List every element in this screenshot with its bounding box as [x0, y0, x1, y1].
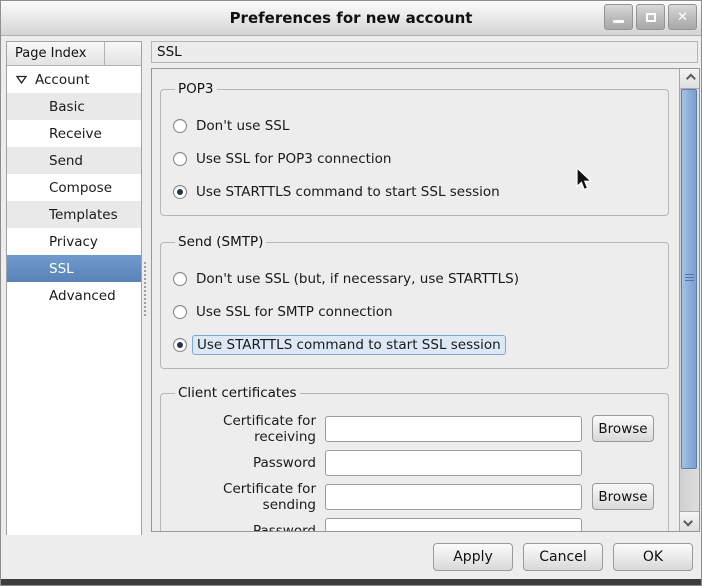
- sidebar-item-label[interactable]: Templates: [7, 207, 118, 223]
- close-icon: ✕: [677, 11, 688, 24]
- apply-button[interactable]: Apply: [433, 543, 513, 571]
- radio-label[interactable]: Use STARTTLS command to start SSL sessio…: [196, 184, 500, 200]
- page-title: SSL: [151, 41, 698, 63]
- scrollbar-thumb[interactable]: [681, 89, 697, 469]
- titlebar: Preferences for new account ✕: [1, 1, 701, 36]
- sidebar-item-compose[interactable]: Compose: [7, 174, 141, 201]
- certificate-sending-input[interactable]: [325, 484, 582, 510]
- sidebar-item-templates[interactable]: Templates: [7, 201, 141, 228]
- browse-sending-button[interactable]: Browse: [592, 483, 654, 510]
- sidebar-item-label[interactable]: Advanced: [7, 288, 116, 304]
- tree-header-row: Page Index: [7, 42, 141, 66]
- vertical-scrollbar[interactable]: [679, 69, 699, 531]
- radio-label-focused[interactable]: Use STARTTLS command to start SSL sessio…: [192, 335, 506, 355]
- radio-icon[interactable]: [173, 152, 187, 166]
- radio-icon[interactable]: [173, 305, 187, 319]
- smtp-starttls-option[interactable]: Use STARTTLS command to start SSL sessio…: [173, 335, 656, 355]
- password-receiving-input[interactable]: [325, 450, 582, 476]
- chevron-up-icon: [686, 74, 696, 84]
- maximize-button[interactable]: [636, 4, 665, 30]
- pop3-starttls-option[interactable]: Use STARTTLS command to start SSL sessio…: [173, 182, 656, 202]
- smtp-no-ssl-option[interactable]: Don't use SSL (but, if necessary, use ST…: [173, 269, 656, 289]
- password-receiving-label: Password: [173, 455, 325, 471]
- chevron-down-icon: [683, 517, 693, 527]
- certificate-sending-label: Certificate for sending: [173, 481, 325, 513]
- sidebar-item-label[interactable]: Compose: [7, 180, 112, 196]
- certificate-receiving-input[interactable]: [325, 416, 582, 442]
- minimize-icon: [613, 20, 624, 23]
- scroll-up-button[interactable]: [680, 69, 699, 89]
- sidebar-item-label[interactable]: Account: [35, 72, 90, 88]
- certificates-grid: Certificate for receiving Browse Passwor…: [173, 415, 656, 531]
- sidebar-item-label[interactable]: Send: [7, 153, 83, 169]
- smtp-group-legend: Send (SMTP): [175, 234, 266, 250]
- pop3-ssl-option[interactable]: Use SSL for POP3 connection: [173, 149, 656, 169]
- maximize-icon: [646, 13, 656, 22]
- cancel-button[interactable]: Cancel: [523, 543, 603, 571]
- radio-label[interactable]: Use SSL for SMTP connection: [196, 304, 393, 320]
- sidebar-item-send[interactable]: Send: [7, 147, 141, 174]
- sidebar-item-account[interactable]: Account: [7, 66, 141, 93]
- radio-label[interactable]: Use SSL for POP3 connection: [196, 151, 392, 167]
- sidebar-item-basic[interactable]: Basic: [7, 93, 141, 120]
- page-index-tree: Page Index Account Basic Receive Send Co…: [6, 41, 142, 539]
- browse-receiving-button[interactable]: Browse: [592, 415, 654, 442]
- tree-header-filler: [105, 42, 141, 66]
- scroll-down-button[interactable]: [680, 511, 699, 531]
- certificate-receiving-label: Certificate for receiving: [173, 413, 325, 445]
- sidebar-item-privacy[interactable]: Privacy: [7, 228, 141, 255]
- client-certificates-group: Client certificates Certificate for rece…: [160, 385, 669, 531]
- password-sending-input[interactable]: [325, 518, 582, 532]
- radio-icon[interactable]: [173, 272, 187, 286]
- scrollbar-track[interactable]: [680, 89, 699, 511]
- radio-label[interactable]: Don't use SSL: [196, 118, 289, 134]
- sidebar-item-label[interactable]: Privacy: [7, 234, 98, 250]
- password-sending-label: Password: [173, 523, 325, 532]
- close-button[interactable]: ✕: [668, 4, 697, 30]
- dialog-action-bar: Apply Cancel OK: [1, 535, 701, 579]
- sidebar-item-label[interactable]: SSL: [7, 261, 74, 277]
- preferences-dialog: Preferences for new account ✕ Page Index…: [0, 0, 702, 586]
- client-certificates-legend: Client certificates: [175, 385, 300, 401]
- window-controls: ✕: [604, 4, 697, 30]
- smtp-ssl-option[interactable]: Use SSL for SMTP connection: [173, 302, 656, 322]
- minimize-button[interactable]: [604, 4, 633, 30]
- sidebar-item-label[interactable]: Receive: [7, 126, 102, 142]
- sidebar-item-advanced[interactable]: Advanced: [7, 282, 141, 309]
- scrollbar-grip-icon: [685, 274, 694, 283]
- ok-button[interactable]: OK: [613, 543, 693, 571]
- window-title: Preferences for new account: [1, 9, 701, 27]
- smtp-group: Send (SMTP) Don't use SSL (but, if neces…: [160, 234, 669, 369]
- sidebar-item-receive[interactable]: Receive: [7, 120, 141, 147]
- settings-scroll-area: POP3 Don't use SSL Use SSL for POP3 conn…: [151, 68, 700, 532]
- pop3-group: POP3 Don't use SSL Use SSL for POP3 conn…: [160, 81, 669, 216]
- radio-icon[interactable]: [173, 119, 187, 133]
- page-index-column-header[interactable]: Page Index: [7, 42, 105, 66]
- window-bottom-edge: [1, 579, 701, 585]
- sidebar-item-label[interactable]: Basic: [7, 99, 85, 115]
- pop3-no-ssl-option[interactable]: Don't use SSL: [173, 116, 656, 136]
- expander-triangle-icon[interactable]: [15, 73, 28, 86]
- settings-content: POP3 Don't use SSL Use SSL for POP3 conn…: [152, 69, 679, 531]
- radio-selected-icon[interactable]: [173, 185, 187, 199]
- sidebar-item-ssl[interactable]: SSL: [7, 255, 141, 282]
- pane-splitter-handle[interactable]: [143, 261, 148, 317]
- radio-selected-icon[interactable]: [173, 338, 187, 352]
- pop3-group-legend: POP3: [175, 81, 217, 97]
- radio-label[interactable]: Don't use SSL (but, if necessary, use ST…: [196, 271, 519, 287]
